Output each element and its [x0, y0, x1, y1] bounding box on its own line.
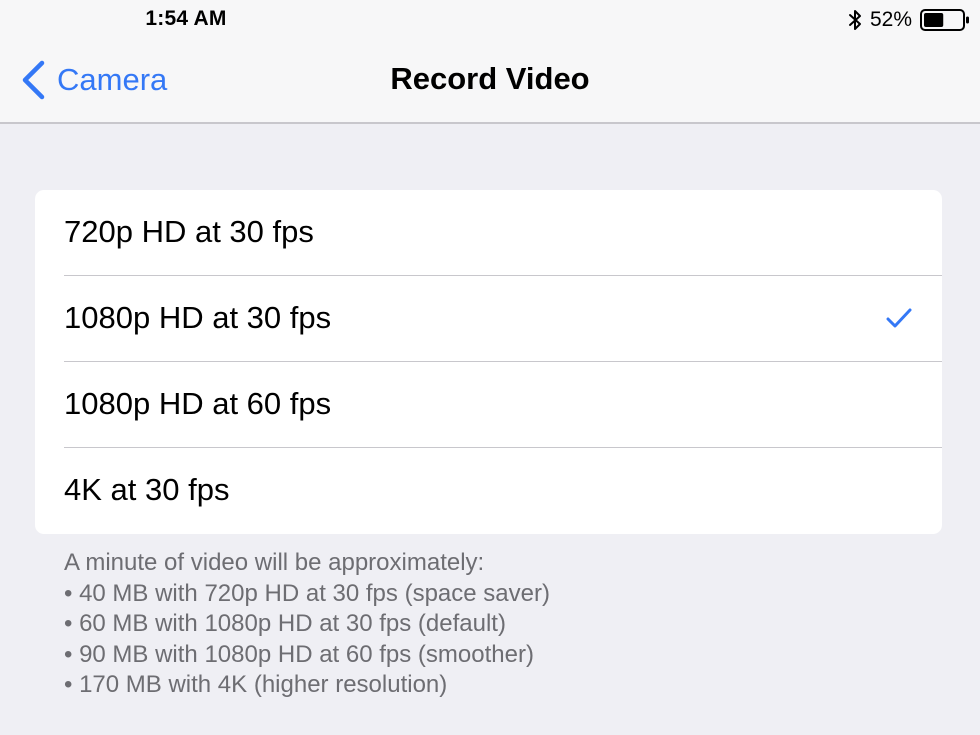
option-label: 4K at 30 fps: [64, 472, 230, 507]
status-time: 1:54 AM: [145, 7, 227, 30]
status-bar: 1:54 AM 52%: [0, 0, 980, 40]
footer-line: • 40 MB with 720p HD at 30 fps (space sa…: [64, 579, 550, 607]
checkmark-icon: [886, 308, 912, 328]
footer-line: • 90 MB with 1080p HD at 60 fps (smoothe…: [64, 640, 534, 668]
battery-icon: [920, 9, 969, 31]
option-label: 720p HD at 30 fps: [64, 214, 314, 249]
option-label: 1080p HD at 30 fps: [64, 300, 332, 335]
option-label: 1080p HD at 60 fps: [64, 386, 332, 421]
footer-line: • 60 MB with 1080p HD at 30 fps (default…: [64, 610, 506, 638]
bluetooth-icon: [848, 10, 861, 30]
option-4k-30fps[interactable]: 4K at 30 fps: [35, 448, 942, 534]
record-video-options: 720p HD at 30 fps 1080p HD at 30 fps 108…: [35, 190, 942, 534]
option-1080p-30fps[interactable]: 1080p HD at 30 fps: [35, 276, 942, 362]
footer-line: • 170 MB with 4K (higher resolution): [64, 671, 448, 699]
option-720p-30fps[interactable]: 720p HD at 30 fps: [35, 190, 942, 276]
battery-percent: 52%: [869, 8, 912, 31]
footer-explanation: A minute of video will be approximately:…: [64, 548, 944, 701]
status-right: 52%: [848, 6, 970, 34]
footer-intro: A minute of video will be approximately:: [64, 549, 485, 576]
page-title: Record Video: [390, 61, 590, 96]
option-1080p-60fps[interactable]: 1080p HD at 60 fps: [35, 362, 942, 448]
navigation-bar: Camera Record Video: [0, 40, 980, 124]
